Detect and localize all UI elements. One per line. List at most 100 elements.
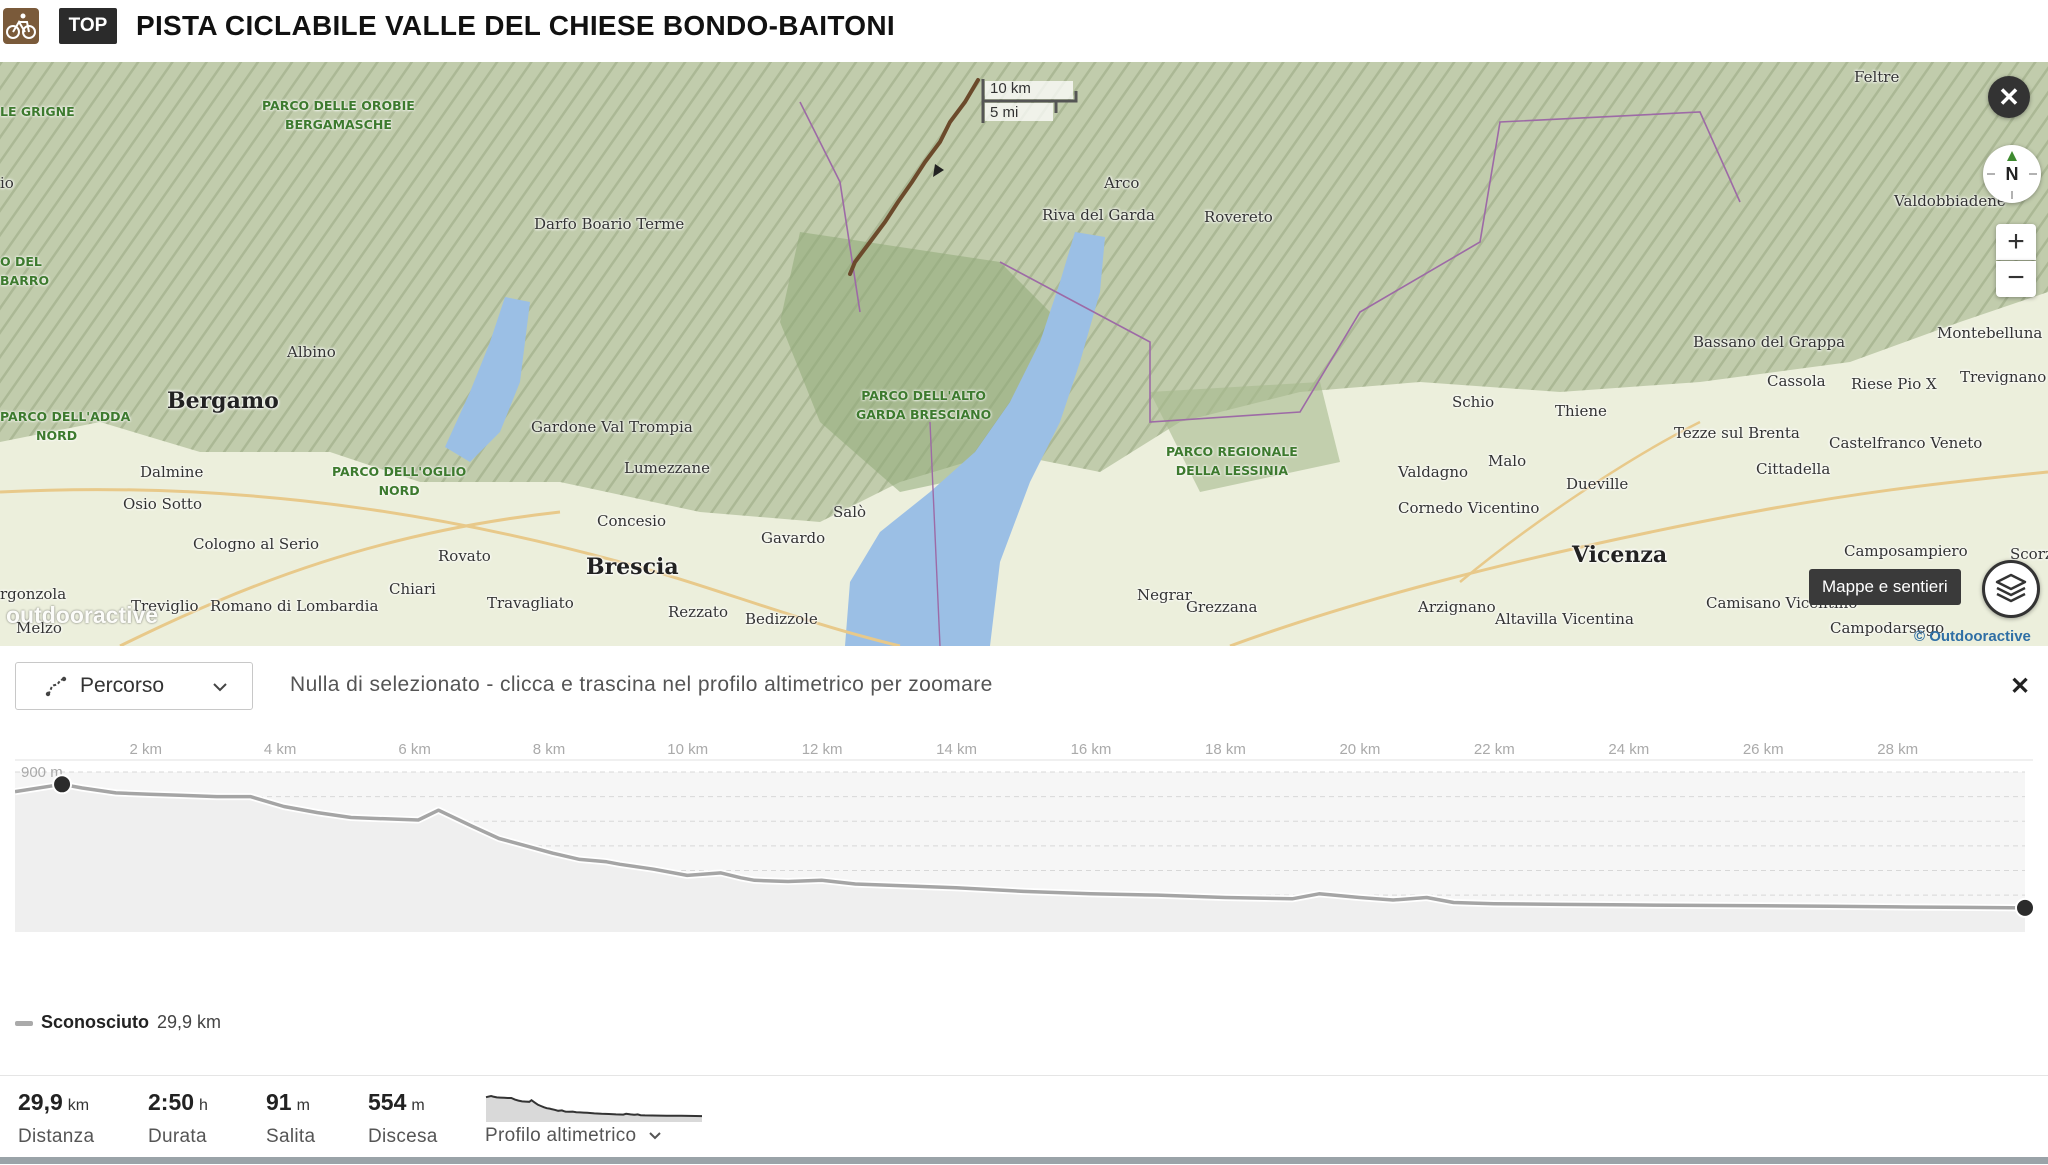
park-label-line: DELLA LESSINIA [1175,463,1289,478]
mini-elevation-profile[interactable] [484,1090,704,1122]
layers-icon [1995,573,2027,603]
map-place-label: Bergamo [167,388,279,414]
map-place-label: Osio Sotto [123,495,202,513]
scale-metric: 10 km [990,80,1031,97]
map-copyright[interactable]: © Outdooractive [1914,628,2031,645]
map-place-label: Feltre [1854,68,1900,86]
end-marker [2015,897,2035,918]
legend-series-name: Sconosciuto [41,1012,150,1032]
map-place-label: Dalmine [140,463,204,481]
x-tick-label: 20 km [1339,741,1380,758]
map-place-label: rgonzola [0,585,67,603]
stat-value: 29,9 [18,1089,63,1115]
map-place-label: Gavardo [761,529,826,547]
top-badge: TOP [59,8,117,44]
map-place-label: Malo [1488,452,1527,470]
map-place-label: Rovereto [1204,208,1273,226]
park-label-line: PARCO DELL'ALTO [861,388,987,403]
map-place-label: Negrar [1137,586,1192,604]
map-place-label: Bassano del Grappa [1693,333,1846,351]
map-place-label: Tezze sul Brenta [1674,424,1800,442]
legend-series-value: 29,9 km [157,1012,222,1032]
park-label-line: BARRO [0,273,50,288]
elevation-chart-svg[interactable]: 900 m800 m700 m600 m500 m400 m300 m2 km4… [14,732,2035,932]
legend-swatch [15,1020,33,1026]
park-label-line: O DEL [0,254,42,269]
map-watermark: outdooractive [6,602,159,628]
map-view[interactable]: LE GRIGNE Darfo Boario Terme Arco Riva d… [0,62,2048,646]
x-tick-label: 18 km [1205,741,1246,758]
chevron-down-icon [649,1132,661,1140]
bottom-strip [0,1157,2048,1164]
map-place-label: Castelfranco Veneto [1829,434,1983,452]
compass-north-label: N [2005,164,2019,184]
park-label: PARCO DELL'ALTO GARDA BRESCIANO [856,386,991,424]
map-place-label: Cassola [1767,372,1826,390]
map-place-label: Rezzato [668,603,728,621]
scale-imperial: 5 mi [990,104,1019,121]
x-tick-label: 12 km [802,741,843,758]
park-label: PARCO DELL'OGLIO NORD [332,462,466,500]
map-place-label: Montebelluna [1937,324,2043,342]
park-label-line: NORD [36,428,78,443]
stat-unit: h [199,1097,208,1114]
stat-value: 554 [368,1089,407,1115]
zoom-out-button[interactable]: − [1996,261,2036,297]
route-selector-label: Percorso [80,674,165,697]
map-place-label: Cornedo Vicentino [1398,499,1540,517]
map-place-label: Darfo Boario Terme [534,215,685,233]
profile-hint: Nulla di selezionato - clicca e trascina… [290,673,993,696]
layers-button[interactable] [1982,560,2040,618]
park-label: PARCO DELL'ADDA NORD [0,407,130,445]
map-place-label: Lumezzane [624,459,711,477]
map-place-label: Camposampiero [1844,542,1968,560]
map-place-label: Schio [1452,393,1495,411]
map-place-label: io [0,174,14,192]
stat-label: Discesa [368,1126,438,1147]
map-place-label: Salò [833,503,867,521]
stat-label: Durata [148,1126,207,1147]
map-place-label: Romano di Lombardia [210,597,379,615]
profile-toggle-button[interactable]: Profilo altimetrico [485,1125,662,1147]
stat-unit: km [67,1097,90,1114]
x-tick-label: 24 km [1608,741,1649,758]
x-tick-label: 16 km [1071,741,1112,758]
map-place-label: Altavilla Vicentina [1495,610,1634,628]
x-tick-label: 6 km [398,741,431,758]
stat-value: 2:50 [148,1089,195,1115]
close-map-button[interactable]: ✕ [1988,76,2030,118]
stat-duration: 2:50 h Durata [148,1089,208,1148]
route-icon [45,676,67,697]
map-place-label: Rovato [438,547,491,565]
x-tick-label: 10 km [667,741,708,758]
x-tick-label: 22 km [1474,741,1515,758]
elevation-chart[interactable]: 900 m800 m700 m600 m500 m400 m300 m2 km4… [14,732,2035,932]
layer-tooltip: Mappe e sentieri [1809,569,1961,605]
map-place-label: Cologno al Serio [193,535,320,553]
stat-descent: 554 m Discesa [368,1089,438,1148]
x-tick-label: 2 km [129,741,162,758]
map-place-label: Concesio [597,512,666,530]
x-tick-label: 28 km [1877,741,1918,758]
park-label: O DEL BARRO [0,252,49,290]
park-label: PARCO REGIONALE DELLA LESSINIA [1166,442,1298,480]
park-label: PARCO DELLE OROBIE BERGAMASCHE [262,96,415,134]
map-place-label: Brescia [586,554,679,580]
close-profile-button[interactable]: ✕ [2010,672,2030,701]
map-place-label: Dueville [1566,475,1629,493]
park-label-line: PARCO DELL'ADDA [0,409,131,424]
tour-stats-bar: 29,9 km Distanza 2:50 h Durata 91 m Salita … [0,1075,2048,1165]
route-selector[interactable]: Percorso [15,662,253,710]
map-place-label: Grezzana [1186,598,1258,616]
zoom-in-button[interactable]: + [1996,224,2036,260]
map-place-label: Trevignano [1960,368,2047,386]
page-title: PISTA CICLABILE VALLE DEL CHIESE BONDO-B… [136,10,895,41]
map-place-label: Arco [1104,174,1140,192]
compass-button[interactable]: N [1983,145,2041,203]
map-place-label: Riese Pio X [1851,375,1937,393]
park-label-line: NORD [378,483,420,498]
chart-legend: Sconosciuto 29,9 km [15,1012,221,1033]
x-tick-label: 4 km [264,741,297,758]
stat-label: Salita [266,1126,316,1147]
map-place-label: Bedizzole [745,610,818,628]
